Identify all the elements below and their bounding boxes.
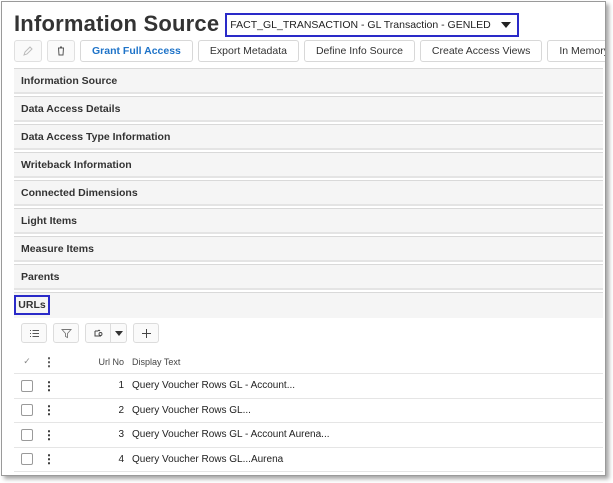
page-header: Information Source FACT_GL_TRANSACTION -…	[14, 10, 519, 38]
urls-section-label[interactable]: URLs	[14, 295, 50, 315]
list-view-button[interactable]	[21, 323, 47, 343]
row-checkbox[interactable]	[21, 453, 33, 466]
section-data-access-type-information[interactable]: Data Access Type Information	[14, 124, 603, 150]
table-row[interactable]: ⋮ 2 Query Voucher Rows GL...	[14, 399, 603, 423]
selector-value: FACT_GL_TRANSACTION - GL Transaction - G…	[230, 19, 491, 31]
row-menu-icon[interactable]: ⋮	[43, 380, 55, 392]
section-light-items[interactable]: Light Items	[14, 208, 603, 234]
cell-url-no: 2	[118, 404, 124, 416]
section-urls: URLs	[14, 292, 603, 318]
add-row-button[interactable]	[133, 323, 159, 343]
table-header-row: ✓ ⋮ Url No Display Text	[14, 350, 603, 374]
filter-icon	[60, 328, 72, 338]
caret-down-icon[interactable]	[500, 22, 511, 28]
settings-split-button	[85, 323, 127, 343]
grant-full-access-button[interactable]: Grant Full Access	[80, 40, 193, 62]
table-row[interactable]: ⋮ 3 Query Voucher Rows GL - Account Aure…	[14, 423, 603, 448]
pencil-icon	[23, 46, 33, 56]
row-menu-icon[interactable]: ⋮	[43, 404, 55, 416]
section-information-source[interactable]: Information Source	[14, 68, 603, 94]
row-checkbox[interactable]	[21, 428, 33, 441]
export-metadata-button[interactable]: Export Metadata	[197, 40, 299, 62]
settings-button[interactable]	[85, 323, 111, 343]
trash-icon	[58, 46, 64, 56]
define-info-source-button[interactable]: Define Info Source	[303, 40, 415, 62]
section-data-access-details[interactable]: Data Access Details	[14, 96, 603, 122]
cell-display-text: Query Voucher Rows GL...	[132, 404, 251, 416]
table-row[interactable]: ⋮ 1 Query Voucher Rows GL - Account...	[14, 374, 603, 399]
info-source-selector[interactable]: FACT_GL_TRANSACTION - GL Transaction - G…	[225, 13, 519, 37]
edit-button[interactable]	[14, 40, 42, 62]
row-checkbox[interactable]	[21, 379, 33, 392]
row-checkbox[interactable]	[21, 404, 33, 417]
table-row[interactable]: ⋮ 4 Query Voucher Rows GL...Aurena	[14, 448, 603, 472]
page-title: Information Source	[14, 11, 220, 36]
settings-dropdown-button[interactable]	[111, 323, 127, 343]
list-icon	[29, 329, 39, 337]
cell-url-no: 1	[118, 380, 124, 392]
row-menu-icon[interactable]: ⋮	[43, 453, 55, 465]
cell-display-text: Query Voucher Rows GL - Account...	[132, 380, 296, 392]
select-all-check-icon[interactable]: ✓	[23, 356, 31, 367]
delete-button[interactable]	[47, 40, 75, 62]
caret-down-icon	[114, 330, 123, 336]
cell-display-text: Query Voucher Rows GL...Aurena	[132, 453, 284, 465]
settings-icon	[94, 329, 102, 336]
app-window: Information Source FACT_GL_TRANSACTION -…	[1, 1, 606, 476]
urls-grid-toolbar	[21, 323, 159, 343]
urls-table: ✓ ⋮ Url No Display Text ⋮ 1 Query Vouche…	[14, 350, 603, 472]
row-menu-icon[interactable]: ⋮	[43, 429, 55, 441]
section-parents[interactable]: Parents	[14, 264, 603, 290]
create-access-views-button[interactable]: Create Access Views	[419, 40, 543, 62]
section-connected-dimensions[interactable]: Connected Dimensions	[14, 180, 603, 206]
section-list: Information Source Data Access Details D…	[14, 68, 603, 292]
add-icon	[141, 328, 151, 338]
section-writeback-information[interactable]: Writeback Information	[14, 152, 603, 178]
cell-url-no: 3	[118, 429, 124, 441]
column-menu-icon[interactable]: ⋮	[43, 356, 55, 368]
cell-url-no: 4	[118, 453, 124, 465]
column-header-display-text[interactable]: Display Text	[130, 357, 603, 367]
command-toolbar: Grant Full Access Export Metadata Define…	[14, 40, 605, 62]
column-header-url-no[interactable]: Url No	[58, 357, 130, 367]
in-memory-settings-button[interactable]: In Memory Settings	[547, 40, 605, 62]
section-measure-items[interactable]: Measure Items	[14, 236, 603, 262]
filter-button[interactable]	[53, 323, 79, 343]
cell-display-text: Query Voucher Rows GL - Account Aurena..…	[132, 429, 330, 441]
